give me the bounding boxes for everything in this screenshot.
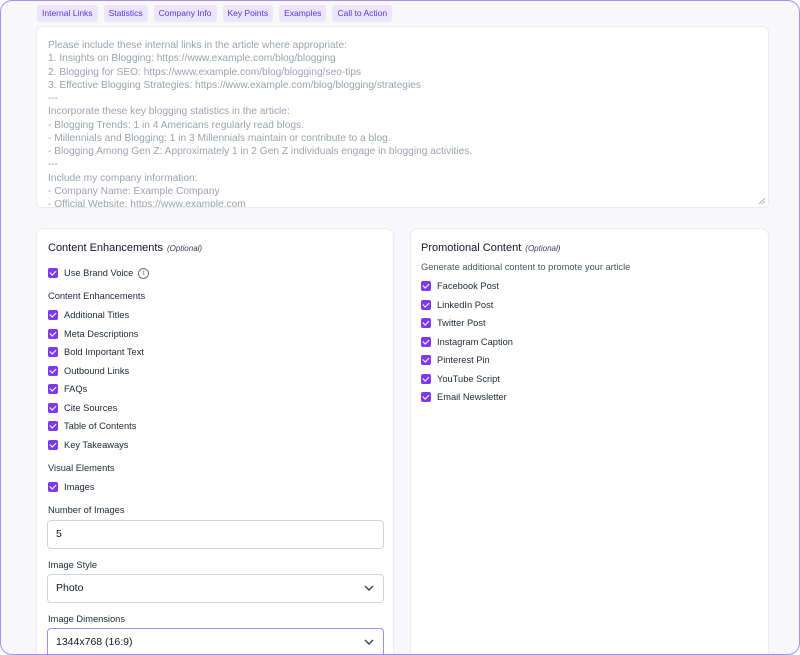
option-twitter-post[interactable]: Twitter Post bbox=[421, 317, 486, 329]
instructions-line: Please include these internal links in t… bbox=[48, 40, 348, 51]
option-meta-descriptions[interactable]: Meta Descriptions bbox=[48, 328, 138, 340]
option-youtube-script[interactable]: YouTube Script bbox=[421, 373, 500, 385]
images-checkbox[interactable] bbox=[48, 482, 58, 492]
tag-examples[interactable]: Examples bbox=[279, 5, 327, 22]
option-label: Bold Important Text bbox=[64, 347, 144, 357]
instructions-line: --- bbox=[48, 159, 59, 171]
facebook-post-checkbox[interactable] bbox=[421, 281, 431, 291]
tag-internal-links[interactable]: Internal Links bbox=[37, 5, 98, 22]
number-of-images-label: Number of Images bbox=[48, 505, 125, 515]
instructions-line: - Company Name: Example Company bbox=[48, 185, 220, 197]
option-label: Facebook Post bbox=[437, 281, 500, 291]
option-outbound-links[interactable]: Outbound Links bbox=[48, 365, 129, 377]
info-circle-icon[interactable]: i bbox=[138, 267, 150, 279]
resize-handle-icon[interactable] bbox=[758, 197, 766, 205]
prompt-tag-bar: Internal Links Statistics Company Info K… bbox=[37, 5, 393, 22]
option-label: Email Newsletter bbox=[437, 392, 507, 402]
option-bold-important-text[interactable]: Bold Important Text bbox=[48, 346, 144, 358]
table-of-contents-checkbox[interactable] bbox=[48, 421, 58, 431]
instagram-caption-checkbox[interactable] bbox=[421, 336, 431, 347]
option-email-newsletter[interactable]: Email Newsletter bbox=[421, 391, 507, 403]
outbound-links-checkbox[interactable] bbox=[48, 365, 58, 376]
tag-company-info[interactable]: Company Info bbox=[153, 5, 217, 22]
brand-voice-option[interactable]: Use Brand Voice i bbox=[48, 267, 150, 279]
option-instagram-caption[interactable]: Instagram Caption bbox=[421, 336, 513, 348]
instructions-textarea[interactable]: Please include these internal links in t… bbox=[36, 26, 769, 208]
instructions-text: Please include these internal links in t… bbox=[48, 39, 754, 208]
tag-call-to-action[interactable]: Call to Action bbox=[332, 5, 393, 22]
chevron-down-icon bbox=[364, 639, 374, 645]
image-style-value: Photo bbox=[56, 582, 84, 594]
option-faqs[interactable]: FAQs bbox=[48, 383, 87, 395]
promotional-content-title: Promotional Content (Optional) bbox=[421, 242, 560, 254]
brand-voice-label: Use Brand Voice bbox=[64, 268, 134, 278]
option-label: LinkedIn Post bbox=[437, 299, 494, 310]
instructions-line: 3. Effective Blogging Strategies: https:… bbox=[48, 79, 421, 91]
option-label: Meta Descriptions bbox=[64, 328, 139, 339]
instructions-line: --- bbox=[48, 93, 59, 104]
app-frame: Internal Links Statistics Company Info K… bbox=[0, 0, 800, 655]
tag-statistics[interactable]: Statistics bbox=[103, 5, 148, 22]
option-facebook-post[interactable]: Facebook Post bbox=[421, 280, 499, 292]
option-label: Cite Sources bbox=[64, 402, 118, 413]
option-key-takeaways[interactable]: Key Takeaways bbox=[48, 439, 128, 451]
chevron-down-icon bbox=[364, 585, 374, 591]
email-newsletter-checkbox[interactable] bbox=[421, 392, 431, 402]
option-linkedin-post[interactable]: LinkedIn Post bbox=[421, 299, 493, 311]
option-label: Key Takeaways bbox=[64, 439, 129, 450]
instructions-line: 1. Insights on Blogging: https://www.exa… bbox=[48, 53, 336, 65]
option-label: Instagram Caption bbox=[437, 336, 513, 347]
brand-voice-checkbox[interactable] bbox=[48, 268, 58, 278]
faqs-checkbox[interactable] bbox=[48, 384, 58, 394]
promotional-content-heading: Promotional Content bbox=[421, 242, 522, 254]
option-label: Outbound Links bbox=[64, 365, 130, 376]
option-images[interactable]: Images bbox=[48, 481, 95, 493]
instructions-line: - Blogging Among Gen Z: Approximately 1 … bbox=[48, 146, 473, 157]
option-label: Images bbox=[64, 482, 95, 492]
image-dimensions-label: Image Dimensions bbox=[48, 614, 125, 624]
instructions-line: - Blogging Trends: 1 in 4 Americans regu… bbox=[48, 119, 304, 131]
option-label: Additional Titles bbox=[64, 310, 130, 320]
key-takeaways-checkbox[interactable] bbox=[48, 439, 58, 450]
content-enhancements-heading: Content Enhancements bbox=[48, 242, 163, 254]
visual-elements-label: Visual Elements bbox=[48, 463, 115, 473]
meta-descriptions-checkbox[interactable] bbox=[48, 328, 58, 339]
option-label: Twitter Post bbox=[437, 318, 486, 328]
image-dimensions-value: 1344x768 (16:9) bbox=[56, 636, 133, 648]
pinterest-pin-checkbox[interactable] bbox=[421, 355, 431, 365]
instructions-line: - Official Website: https://www.example.… bbox=[48, 199, 246, 208]
content-enhancements-card: Content Enhancements (Optional) Use Brand… bbox=[36, 228, 394, 654]
instructions-line: - Millennials and Blogging: 1 in 3 Mille… bbox=[48, 132, 391, 144]
twitter-post-checkbox[interactable] bbox=[421, 318, 431, 328]
cite-sources-checkbox[interactable] bbox=[48, 402, 58, 413]
option-label: YouTube Script bbox=[437, 373, 500, 384]
linkedin-post-checkbox[interactable] bbox=[421, 299, 431, 310]
option-label: FAQs bbox=[64, 384, 88, 394]
instructions-line: Include my company information: bbox=[48, 172, 198, 184]
instructions-line: Incorporate these key blogging statistic… bbox=[48, 106, 290, 118]
promotional-description: Generate additional content to promote y… bbox=[421, 262, 631, 272]
option-table-of-contents[interactable]: Table of Contents bbox=[48, 420, 136, 432]
optional-label: (Optional) bbox=[166, 244, 203, 253]
optional-label: (Optional) bbox=[525, 244, 561, 253]
option-cite-sources[interactable]: Cite Sources bbox=[48, 402, 117, 414]
option-label: Pinterest Pin bbox=[437, 355, 490, 365]
option-pinterest-pin[interactable]: Pinterest Pin bbox=[421, 354, 490, 366]
promotional-content-card: Promotional Content (Optional) Generate a… bbox=[410, 228, 769, 654]
image-dimensions-select[interactable]: 1344x768 (16:9) bbox=[47, 628, 384, 654]
additional-titles-checkbox[interactable] bbox=[48, 310, 58, 320]
content-enhancements-label: Content Enhancements bbox=[48, 291, 146, 301]
content-enhancements-title: Content Enhancements (Optional) bbox=[48, 242, 202, 254]
option-additional-titles[interactable]: Additional Titles bbox=[48, 309, 129, 321]
image-style-label: Image Style bbox=[48, 560, 98, 570]
number-of-images-input[interactable]: 5 bbox=[47, 520, 384, 549]
option-label: Table of Contents bbox=[64, 421, 137, 431]
bold-important-text-checkbox[interactable] bbox=[48, 347, 58, 357]
youtube-script-checkbox[interactable] bbox=[421, 373, 431, 384]
tag-key-points[interactable]: Key Points bbox=[222, 5, 274, 22]
image-style-select[interactable]: Photo bbox=[47, 574, 384, 603]
instructions-line: 2. Blogging for SEO: https://www.example… bbox=[48, 66, 362, 78]
